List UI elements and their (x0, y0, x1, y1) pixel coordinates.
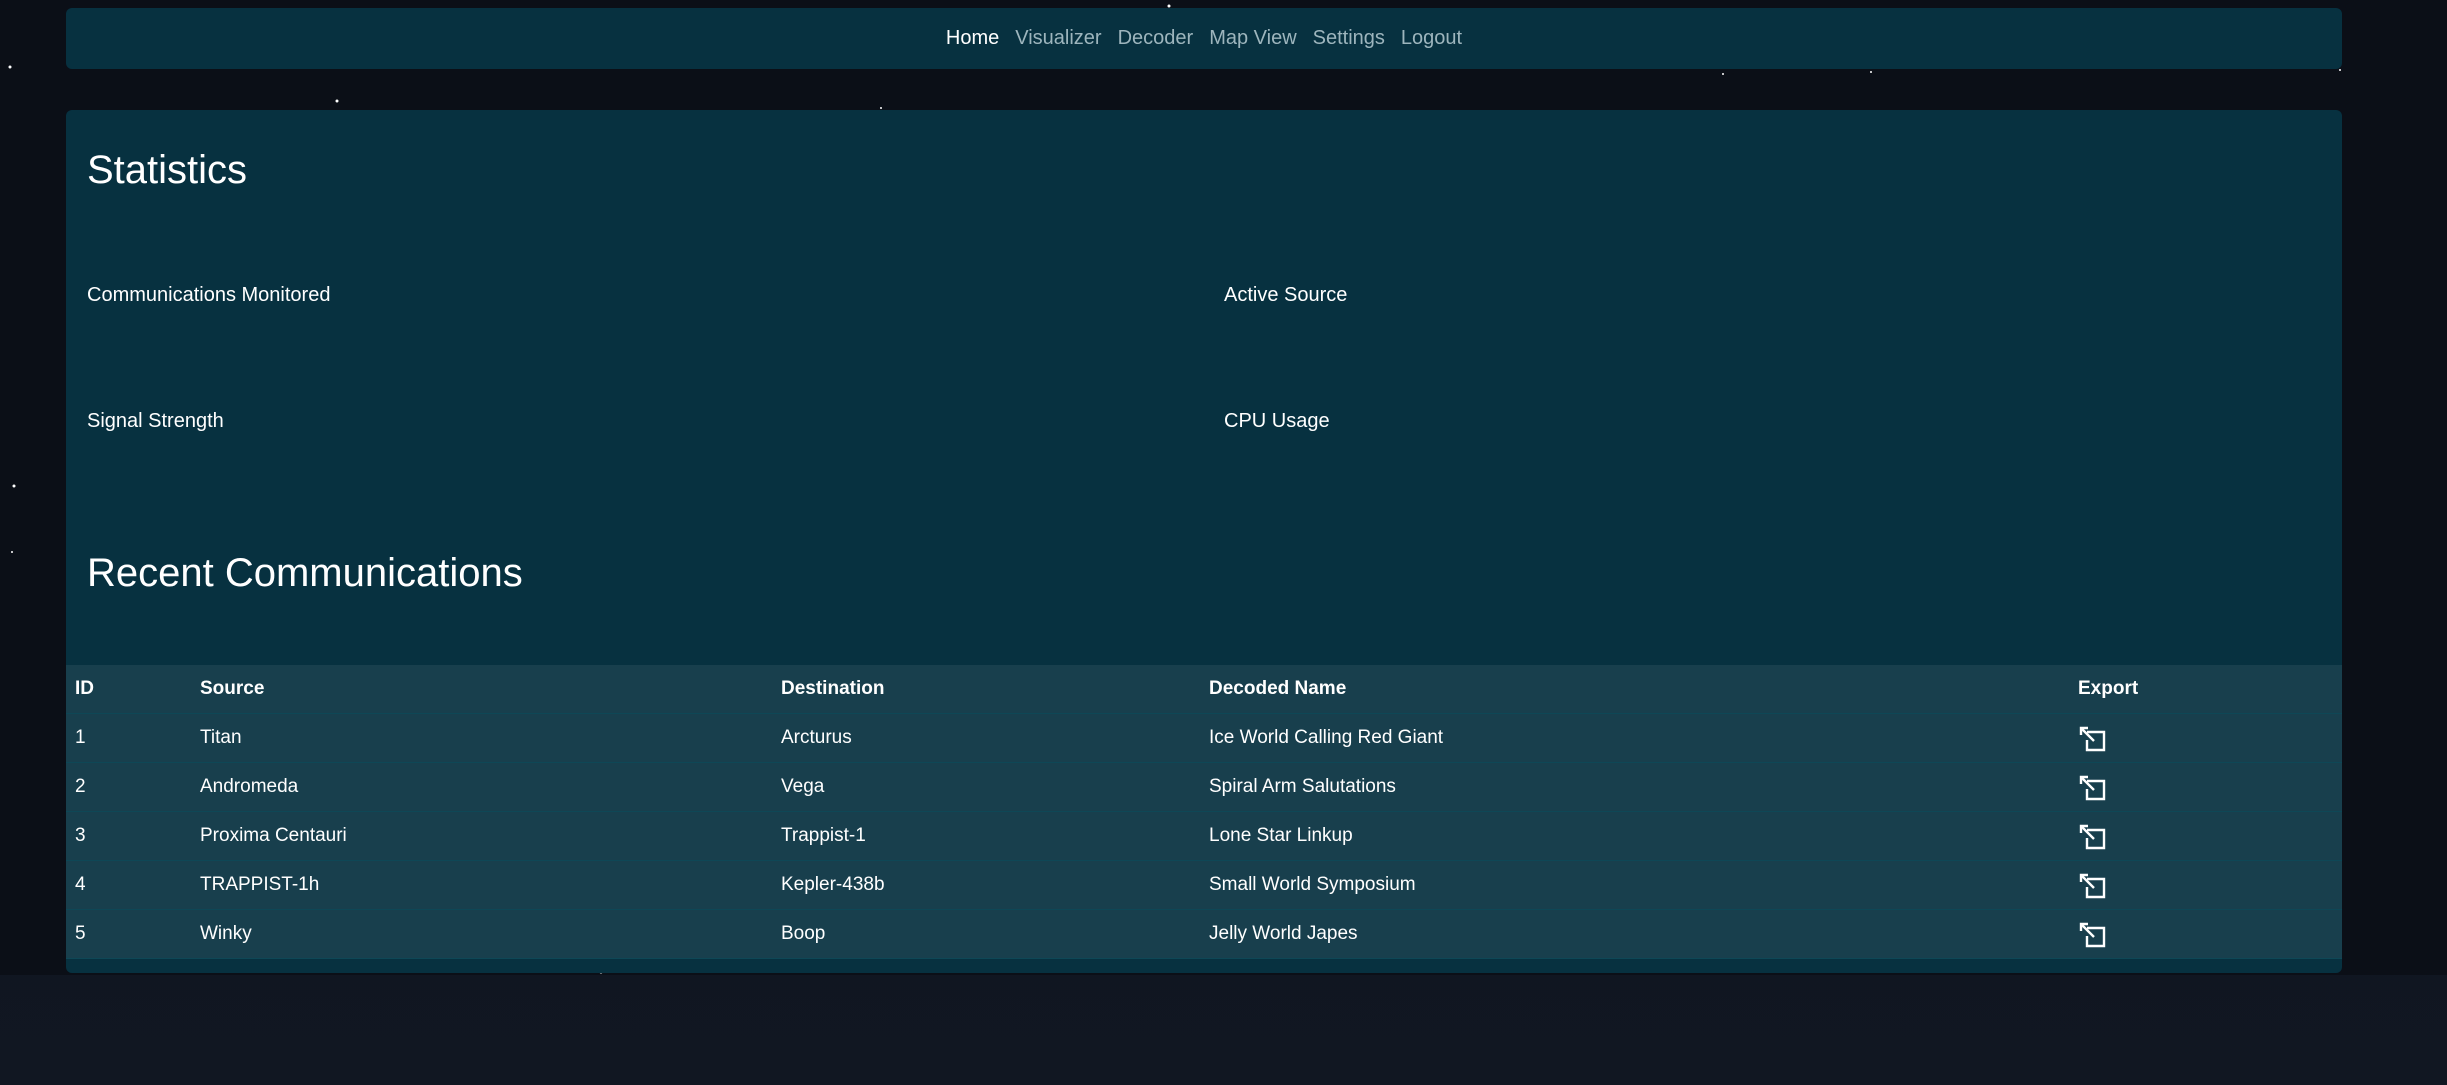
cell-export (2069, 762, 2342, 812)
cell-destination: Vega (772, 762, 1200, 812)
cell-decoded-name: Spiral Arm Salutations (1200, 762, 2069, 812)
cell-id: 4 (66, 860, 191, 910)
cell-destination: Arcturus (772, 713, 1200, 763)
recent-communications-heading: Recent Communications (87, 551, 523, 595)
column-header-decoded-name: Decoded Name (1200, 665, 2069, 714)
communications-table-wrapper: ID Source Destination Decoded Name Expor… (66, 665, 2342, 959)
export-icon[interactable] (2078, 724, 2108, 752)
main-panel: Statistics Communications Monitored Acti… (66, 110, 2342, 973)
cell-export (2069, 811, 2342, 861)
cell-export (2069, 713, 2342, 763)
cell-id: 2 (66, 762, 191, 812)
export-icon[interactable] (2078, 773, 2108, 801)
nav-logout[interactable]: Logout (1401, 27, 1462, 50)
cell-decoded-name: Lone Star Linkup (1200, 811, 2069, 861)
cell-decoded-name: Small World Symposium (1200, 860, 2069, 910)
cell-decoded-name: Jelly World Japes (1200, 909, 2069, 959)
nav-home[interactable]: Home (946, 27, 999, 50)
table-row: 5 Winky Boop Jelly World Japes (66, 909, 2342, 959)
nav-map-view[interactable]: Map View (1209, 27, 1296, 50)
statistics-heading: Statistics (87, 148, 248, 192)
cell-destination: Trappist-1 (772, 811, 1200, 861)
stat-signal-strength-label: Signal Strength (87, 410, 224, 432)
cell-source: Andromeda (191, 762, 772, 812)
nav-decoder[interactable]: Decoder (1118, 27, 1194, 50)
cell-id: 5 (66, 909, 191, 959)
column-header-export: Export (2069, 665, 2342, 714)
cell-decoded-name: Ice World Calling Red Giant (1200, 713, 2069, 763)
column-header-source: Source (191, 665, 772, 714)
cell-source: Titan (191, 713, 772, 763)
table-header-row: ID Source Destination Decoded Name Expor… (66, 665, 2342, 714)
cell-id: 1 (66, 713, 191, 763)
export-icon[interactable] (2078, 920, 2108, 948)
stat-communications-monitored-label: Communications Monitored (87, 284, 331, 306)
column-header-id: ID (66, 665, 191, 714)
cell-export (2069, 860, 2342, 910)
nav-settings[interactable]: Settings (1313, 27, 1385, 50)
stat-cpu-usage-label: CPU Usage (1224, 410, 1330, 432)
cell-destination: Boop (772, 909, 1200, 959)
export-icon[interactable] (2078, 871, 2108, 899)
table-row: 2 Andromeda Vega Spiral Arm Salutations (66, 762, 2342, 812)
cell-source: Proxima Centauri (191, 811, 772, 861)
export-icon[interactable] (2078, 822, 2108, 850)
cell-destination: Kepler-438b (772, 860, 1200, 910)
column-header-destination: Destination (772, 665, 1200, 714)
table-row: 4 TRAPPIST-1h Kepler-438b Small World Sy… (66, 860, 2342, 910)
table-row: 1 Titan Arcturus Ice World Calling Red G… (66, 713, 2342, 763)
nav-visualizer[interactable]: Visualizer (1015, 27, 1101, 50)
cell-export (2069, 909, 2342, 959)
cell-id: 3 (66, 811, 191, 861)
top-navbar: Home Visualizer Decoder Map View Setting… (66, 8, 2342, 69)
communications-table: ID Source Destination Decoded Name Expor… (66, 665, 2342, 959)
table-row: 3 Proxima Centauri Trappist-1 Lone Star … (66, 811, 2342, 861)
cell-source: TRAPPIST-1h (191, 860, 772, 910)
stat-active-source-label: Active Source (1224, 284, 1348, 306)
page: Home Visualizer Decoder Map View Setting… (0, 0, 2447, 1085)
cell-source: Winky (191, 909, 772, 959)
